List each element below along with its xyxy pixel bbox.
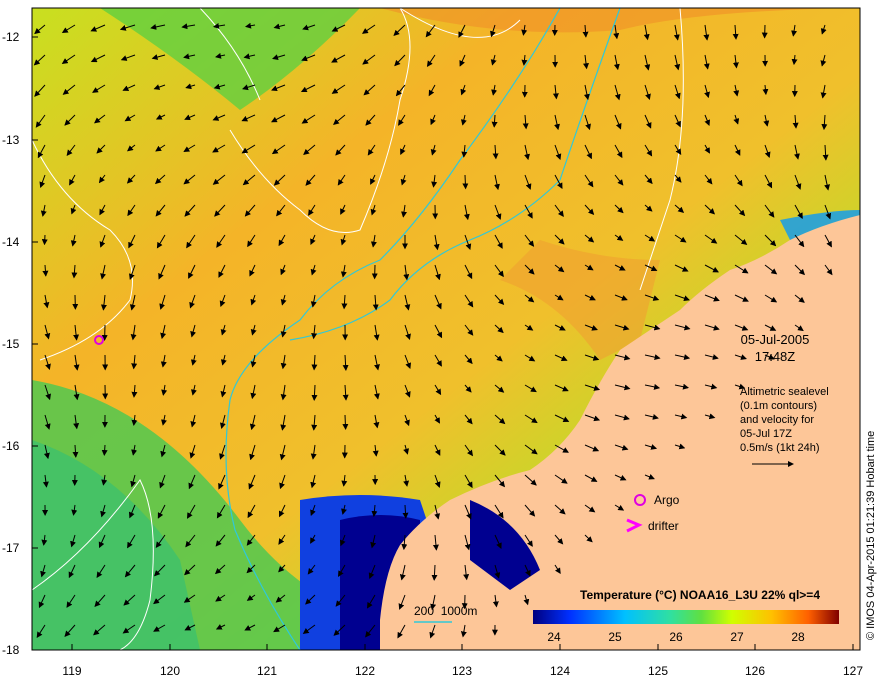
- colorbar-tick: 26: [669, 630, 683, 644]
- colorbar-title: Temperature (°C) NOAA16_L3U 22% ql>=4: [580, 588, 820, 602]
- map-date: 05-Jul-2005: [740, 332, 810, 347]
- isobath-legend-label: 200 1000m: [414, 604, 478, 618]
- colorbar-tick: 28: [791, 630, 805, 644]
- x-tick: 120: [159, 664, 181, 678]
- colorbar-tick: 24: [547, 630, 561, 644]
- y-tick: -15: [2, 337, 20, 351]
- info-line: Altimetric sealevel: [740, 386, 829, 398]
- x-tick: 121: [256, 664, 278, 678]
- x-tick: 126: [744, 664, 766, 678]
- y-tick: -18: [2, 643, 20, 657]
- velocity-arrow: [41, 234, 48, 246]
- velocity-arrow: [462, 174, 469, 190]
- colorbar-tick: 25: [608, 630, 622, 644]
- y-tick: -13: [2, 133, 20, 147]
- info-line: (0.1m contours): [740, 400, 818, 412]
- velocity-arrow: [101, 444, 108, 456]
- y-tick: -14: [2, 235, 20, 249]
- imos-credit: © IMOS 04-Apr-2015 01:21:39 Hobart time: [865, 430, 877, 640]
- velocity-info: Altimetric sealevel (0.1m contours) and …: [740, 385, 860, 455]
- x-tick: 127: [842, 664, 864, 678]
- info-line: 0.5m/s (1kt 24h): [740, 442, 820, 454]
- x-tick: 123: [451, 664, 473, 678]
- y-tick: -12: [2, 30, 20, 44]
- x-tick: 119: [62, 664, 82, 678]
- info-line: and velocity for: [740, 414, 814, 426]
- x-tick: 122: [354, 664, 376, 678]
- colorbar: [533, 610, 839, 624]
- colorbar-tick: 27: [730, 630, 744, 644]
- map-datetime: 05-Jul-2005 17:48Z: [720, 331, 830, 365]
- info-line: 05-Jul 17Z: [740, 428, 792, 440]
- argo-legend-label: Argo: [654, 493, 680, 507]
- map-time: 17:48Z: [754, 349, 796, 364]
- x-tick: 124: [549, 664, 571, 678]
- drifter-legend-label: drifter: [648, 519, 679, 533]
- y-tick: -17: [2, 541, 20, 555]
- x-tick: 125: [647, 664, 669, 678]
- velocity-arrow: [342, 414, 349, 430]
- y-tick: -16: [2, 439, 20, 453]
